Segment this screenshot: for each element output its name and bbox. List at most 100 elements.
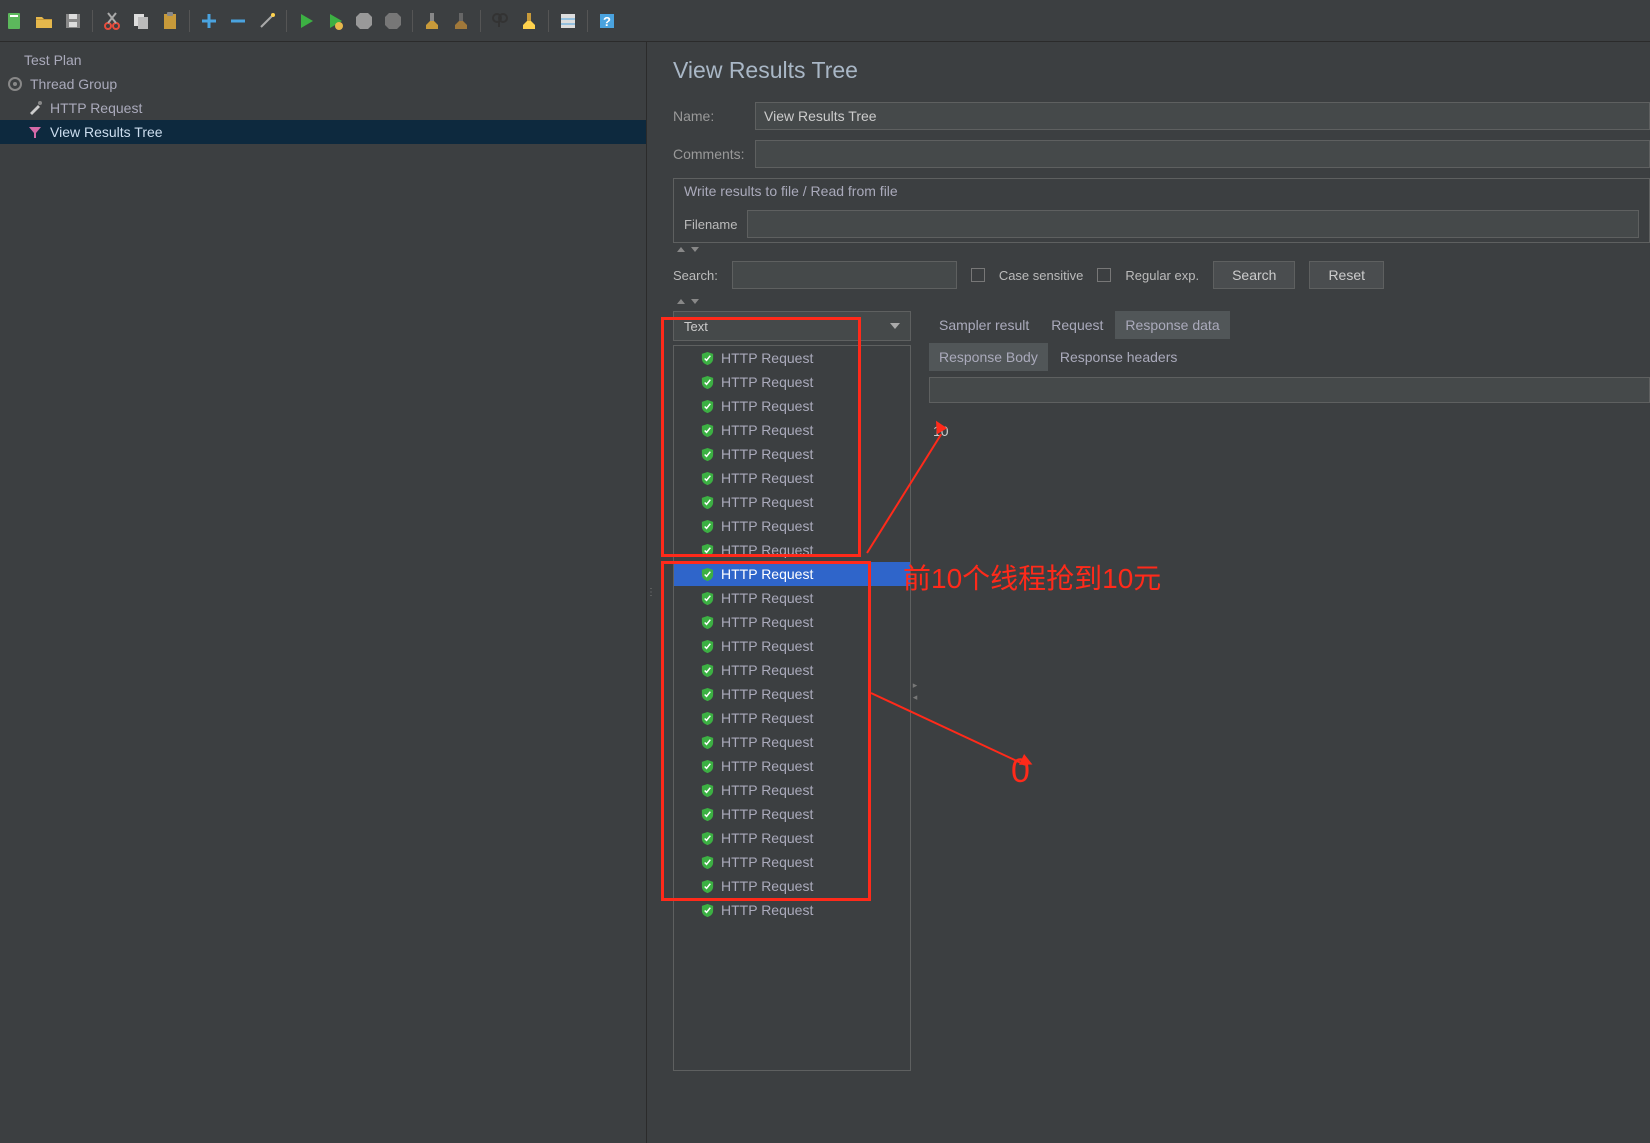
- response-search-box[interactable]: [929, 377, 1650, 403]
- comments-label: Comments:: [673, 146, 755, 162]
- splitter-inner[interactable]: ▸◂: [911, 311, 919, 1071]
- reset-button[interactable]: Reset: [1309, 261, 1384, 289]
- function-helper-icon[interactable]: [555, 8, 581, 34]
- sample-row-label: HTTP Request: [721, 878, 813, 894]
- details-panel: View Results Tree Name: Comments: Write …: [655, 42, 1650, 1143]
- case-sensitive-label: Case sensitive: [999, 268, 1084, 283]
- search-button[interactable]: Search: [1213, 261, 1295, 289]
- search-label: Search:: [673, 268, 718, 283]
- clear-icon[interactable]: [419, 8, 445, 34]
- sample-list[interactable]: HTTP RequestHTTP RequestHTTP RequestHTTP…: [673, 345, 911, 1071]
- sample-row[interactable]: HTTP Request: [674, 730, 910, 754]
- response-body-text: 10: [929, 403, 1650, 459]
- sample-row[interactable]: HTTP Request: [674, 394, 910, 418]
- tab-response-data[interactable]: Response data: [1115, 311, 1229, 339]
- success-shield-icon: [700, 399, 715, 414]
- sample-row[interactable]: HTTP Request: [674, 826, 910, 850]
- success-shield-icon: [700, 735, 715, 750]
- shutdown-icon[interactable]: [380, 8, 406, 34]
- filename-input[interactable]: [747, 210, 1639, 238]
- sample-row[interactable]: HTTP Request: [674, 442, 910, 466]
- clear-all-icon[interactable]: [448, 8, 474, 34]
- open-icon[interactable]: [31, 8, 57, 34]
- find-icon[interactable]: [487, 8, 513, 34]
- sample-row[interactable]: HTTP Request: [674, 346, 910, 370]
- help-icon[interactable]: ?: [594, 8, 620, 34]
- sample-row[interactable]: HTTP Request: [674, 706, 910, 730]
- wand-icon[interactable]: [254, 8, 280, 34]
- svg-text:?: ?: [603, 14, 611, 29]
- splitter-vertical[interactable]: ⋮: [647, 42, 655, 1143]
- comments-input[interactable]: [755, 140, 1650, 168]
- success-shield-icon: [700, 807, 715, 822]
- sample-row-label: HTTP Request: [721, 758, 813, 774]
- tree-label: Thread Group: [30, 76, 117, 92]
- success-shield-icon: [700, 879, 715, 894]
- tree-node-viewresultstree[interactable]: View Results Tree: [0, 120, 646, 144]
- tree-node-threadgroup[interactable]: Thread Group: [0, 72, 646, 96]
- success-shield-icon: [700, 831, 715, 846]
- success-shield-icon: [700, 519, 715, 534]
- run-no-timers-icon[interactable]: [322, 8, 348, 34]
- tab-request[interactable]: Request: [1041, 311, 1113, 339]
- sample-row[interactable]: HTTP Request: [674, 898, 910, 922]
- sample-row[interactable]: HTTP Request: [674, 658, 910, 682]
- success-shield-icon: [700, 711, 715, 726]
- new-icon[interactable]: [2, 8, 28, 34]
- sample-row[interactable]: HTTP Request: [674, 682, 910, 706]
- sample-row[interactable]: HTTP Request: [674, 754, 910, 778]
- tab-sampler-result[interactable]: Sampler result: [929, 311, 1039, 339]
- run-icon[interactable]: [293, 8, 319, 34]
- success-shield-icon: [700, 543, 715, 558]
- sample-row-label: HTTP Request: [721, 446, 813, 462]
- sample-row[interactable]: HTTP Request: [674, 370, 910, 394]
- gear-icon: [6, 75, 24, 93]
- sample-row[interactable]: HTTP Request: [674, 610, 910, 634]
- stop-icon[interactable]: [351, 8, 377, 34]
- minus-icon[interactable]: [225, 8, 251, 34]
- sample-row-label: HTTP Request: [721, 518, 813, 534]
- reset-search-icon[interactable]: [516, 8, 542, 34]
- renderer-dropdown[interactable]: Text: [673, 311, 911, 341]
- subtab-response-body[interactable]: Response Body: [929, 343, 1048, 371]
- tree-node-httprequest[interactable]: HTTP Request: [0, 96, 646, 120]
- success-shield-icon: [700, 687, 715, 702]
- collapse-toggle-2[interactable]: [673, 295, 1650, 307]
- sample-row-label: HTTP Request: [721, 614, 813, 630]
- sample-row-label: HTTP Request: [721, 782, 813, 798]
- sample-row[interactable]: HTTP Request: [674, 874, 910, 898]
- sample-row[interactable]: HTTP Request: [674, 802, 910, 826]
- cut-icon[interactable]: [99, 8, 125, 34]
- sample-row[interactable]: HTTP Request: [674, 850, 910, 874]
- sample-row-label: HTTP Request: [721, 806, 813, 822]
- sample-row[interactable]: HTTP Request: [674, 514, 910, 538]
- chevron-down-icon: [890, 323, 900, 329]
- sample-row[interactable]: HTTP Request: [674, 778, 910, 802]
- tree-node-testplan[interactable]: Test Plan: [0, 48, 646, 72]
- success-shield-icon: [700, 759, 715, 774]
- regex-checkbox[interactable]: [1097, 268, 1111, 282]
- case-sensitive-checkbox[interactable]: [971, 268, 985, 282]
- copy-icon[interactable]: [128, 8, 154, 34]
- plus-icon[interactable]: [196, 8, 222, 34]
- success-shield-icon: [700, 375, 715, 390]
- success-shield-icon: [700, 663, 715, 678]
- save-icon[interactable]: [60, 8, 86, 34]
- tree-panel: Test Plan Thread Group HTTP Request View…: [0, 42, 647, 1143]
- subtab-response-headers[interactable]: Response headers: [1050, 343, 1188, 371]
- search-input[interactable]: [732, 261, 957, 289]
- sample-row[interactable]: HTTP Request: [674, 634, 910, 658]
- sample-row[interactable]: HTTP Request: [674, 562, 910, 586]
- sample-row[interactable]: HTTP Request: [674, 586, 910, 610]
- collapse-toggle-1[interactable]: [673, 243, 1650, 255]
- sample-row-label: HTTP Request: [721, 398, 813, 414]
- sample-row[interactable]: HTTP Request: [674, 466, 910, 490]
- sample-row-label: HTTP Request: [721, 638, 813, 654]
- name-input[interactable]: [755, 102, 1650, 130]
- sample-row[interactable]: HTTP Request: [674, 538, 910, 562]
- sample-row[interactable]: HTTP Request: [674, 490, 910, 514]
- success-shield-icon: [700, 351, 715, 366]
- sample-row-label: HTTP Request: [721, 830, 813, 846]
- sample-row[interactable]: HTTP Request: [674, 418, 910, 442]
- paste-icon[interactable]: [157, 8, 183, 34]
